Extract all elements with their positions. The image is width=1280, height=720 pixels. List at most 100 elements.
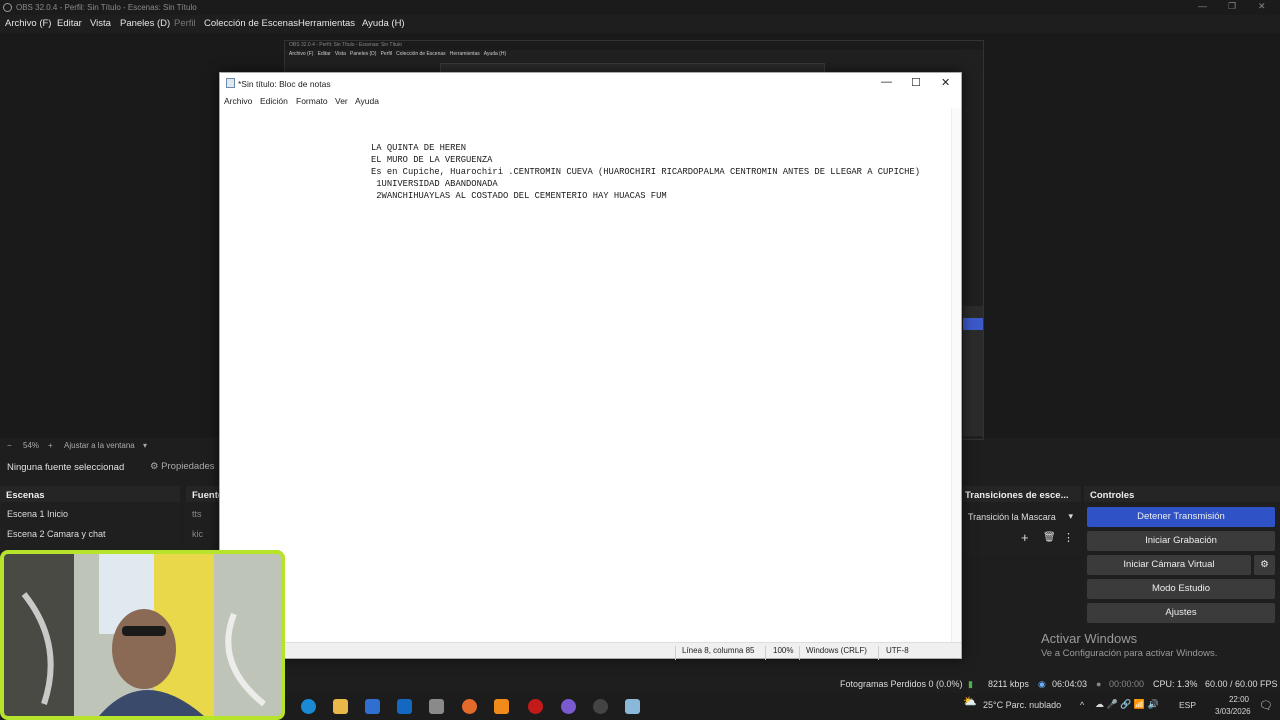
record-timer: 00:00:00 (1109, 679, 1145, 689)
nested-menubar: Archivo (F) Editar Vista Paneles (D) Per… (289, 51, 507, 57)
source-item[interactable]: tts (192, 509, 202, 519)
source-toolbar: Ninguna fuente seleccionad ⚙ Propiedades (0, 458, 220, 478)
menu-vista[interactable]: Vista (90, 18, 111, 29)
notepad-icon (226, 78, 235, 88)
obs-icon[interactable] (593, 699, 608, 714)
text-line: 2WANCHIHUAYLAS AL COSTADO DEL CEMENTERIO… (371, 191, 667, 201)
menu-perfil[interactable]: Perfil (174, 18, 196, 29)
watermark-subtitle: Ve a Configuración para activar Windows. (1041, 648, 1218, 659)
np-menu-edicion[interactable]: Edición (260, 96, 288, 106)
gear-icon: ⚙ (150, 461, 159, 472)
menu-paneles[interactable]: Paneles (D) (120, 18, 170, 29)
chevron-down-icon: ▾ (1068, 511, 1073, 521)
obs-window-title: OBS 32.0.4 - Perfil: Sin Título - Escena… (16, 3, 197, 12)
cursor-position: Línea 8, columna 85 (682, 646, 755, 655)
notepad-titlebar: *Sin título: Bloc de notas — ☐ ✕ (220, 73, 961, 93)
start-recording-button[interactable]: Iniciar Grabación (1087, 531, 1275, 551)
menu-editar[interactable]: Editar (57, 18, 82, 29)
windows-activation-watermark: Activar Windows Ve a Configuración para … (1041, 631, 1217, 659)
notepad-window: *Sin título: Bloc de notas — ☐ ✕ Archivo… (219, 72, 962, 660)
more-options-icon[interactable]: ⋮ (1063, 531, 1074, 544)
virtual-camera-gear-icon[interactable]: ⚙ (1254, 555, 1275, 575)
transitions-header: Transiciones de esce... (963, 486, 1081, 502)
menu-herramientas[interactable]: Herramientas (298, 18, 355, 29)
outlook-icon[interactable] (397, 699, 412, 714)
text-line: Es en Cupiche, Huarochiri .CENTROMIN CUE… (371, 167, 921, 177)
transition-select-value: Transición la Mascara (968, 512, 1056, 522)
close-icon[interactable]: ✕ (1258, 1, 1266, 12)
sources-header: Fuente (186, 486, 223, 502)
maximize-icon[interactable]: ☐ (911, 76, 921, 89)
notepad-statusbar: Línea 8, columna 85 100% Windows (CRLF) … (220, 642, 961, 660)
text-line: 1UNIVERSIDAD ABANDONADA (371, 179, 498, 189)
notepad-menubar: Archivo Edición Formato Ver Ayuda (220, 93, 961, 108)
app-icon[interactable] (429, 699, 444, 714)
obs-menubar: Archivo (F) Editar Vista Paneles (D) Per… (0, 15, 1280, 33)
record-icon: ● (1096, 679, 1102, 689)
notepad-text-area[interactable]: LA QUINTA DE HEREN EL MURO DE LA VERGUENZ… (220, 108, 953, 643)
menu-archivo[interactable]: Archivo (F) (5, 18, 51, 29)
language-indicator[interactable]: ESP (1179, 700, 1196, 710)
signal-icon: ▮ (968, 679, 973, 689)
maximize-icon[interactable]: ❐ (1228, 1, 1236, 12)
sources-dock: Fuente tts kic (186, 486, 223, 556)
file-explorer-icon[interactable] (333, 699, 348, 714)
scene-item[interactable]: Escena 2 Camara y chat (7, 529, 106, 539)
settings-button[interactable]: Ajustes (1087, 603, 1275, 623)
menu-coleccion-escenas[interactable]: Colección de Escenas (204, 18, 298, 29)
zoom-out-icon[interactable]: − (7, 441, 12, 450)
scene-item[interactable]: Escena 1 Inicio (7, 509, 68, 519)
transition-select[interactable]: Transición la Mascara ▾ (965, 508, 1079, 526)
cpu-usage: CPU: 1.3% (1153, 679, 1198, 689)
obs-logo-icon (3, 3, 12, 12)
weather-text[interactable]: 25°C Parc. nublado (983, 700, 1061, 710)
fps-readout: 60.00 / 60.00 FPS (1205, 679, 1278, 689)
obs-statusbar: Fotogramas Perdidos 0 (0.0%) ▮ 8211 kbps… (300, 675, 1280, 693)
notepad-icon[interactable] (625, 699, 640, 714)
chevron-up-icon[interactable]: ^ (1080, 700, 1084, 710)
live-icon: ◉ (1038, 679, 1046, 689)
np-menu-ver[interactable]: Ver (335, 96, 348, 106)
vlc-icon[interactable] (494, 699, 509, 714)
studio-mode-button[interactable]: Modo Estudio (1087, 579, 1275, 599)
stop-stream-button[interactable]: Detener Transmisión (1087, 507, 1275, 527)
store-icon[interactable] (365, 699, 380, 714)
controls-dock: Controles Detener Transmisión Iniciar Gr… (1084, 486, 1280, 626)
obs-titlebar: OBS 32.0.4 - Perfil: Sin Título - Escena… (0, 0, 1280, 15)
app-icon[interactable] (561, 699, 576, 714)
text-line: LA QUINTA DE HEREN (371, 143, 467, 153)
source-item[interactable]: kic (192, 529, 203, 539)
close-icon[interactable]: ✕ (941, 76, 950, 89)
properties-button[interactable]: ⚙ Propiedades (150, 461, 215, 472)
opera-icon[interactable] (528, 699, 543, 714)
firefox-icon[interactable] (462, 699, 477, 714)
nested-titlebar: OBS 32.0.4 - Perfil: Sin Título - Escena… (285, 41, 983, 50)
start-virtual-camera-button[interactable]: Iniciar Cámara Virtual (1087, 555, 1251, 575)
text-line: EL MURO DE LA VERGUENZA (371, 155, 493, 165)
zoom-in-icon[interactable]: + (48, 441, 53, 450)
edge-icon[interactable] (301, 699, 316, 714)
np-menu-ayuda[interactable]: Ayuda (355, 96, 379, 106)
menu-ayuda[interactable]: Ayuda (H) (362, 18, 405, 29)
tray-icons[interactable]: ☁ 🎤 🔗 📶 🔊 (1095, 699, 1159, 710)
minimize-icon[interactable]: — (881, 76, 892, 88)
controls-header: Controles (1084, 486, 1280, 502)
notifications-icon[interactable]: 🗨 (1259, 699, 1273, 712)
vertical-scrollbar[interactable] (951, 108, 961, 643)
add-transition-icon[interactable]: + (1021, 530, 1029, 545)
clock-date[interactable]: 3/03/2026 (1215, 707, 1251, 716)
zoom-value: 54% (23, 441, 40, 450)
nested-controls (963, 306, 983, 436)
np-menu-formato[interactable]: Formato (296, 96, 328, 106)
minimize-icon[interactable]: — (1198, 1, 1207, 11)
no-source-label: Ninguna fuente seleccionad (7, 462, 125, 473)
chevron-down-icon[interactable]: ▾ (143, 441, 147, 450)
fit-window-label[interactable]: Ajustar a la ventana (64, 441, 135, 450)
dropped-frames: Fotogramas Perdidos 0 (0.0%) (840, 679, 963, 689)
np-menu-archivo[interactable]: Archivo (224, 96, 252, 106)
weather-icon: ⛅ (963, 696, 977, 708)
clock-time[interactable]: 22:00 (1223, 695, 1255, 704)
windows-taskbar: ⛅ 25°C Parc. nublado ^ ☁ 🎤 🔗 📶 🔊 ESP 22:… (285, 693, 1280, 720)
encoding: UTF-8 (886, 646, 909, 655)
trash-icon[interactable]: 🗑 (1043, 532, 1056, 543)
